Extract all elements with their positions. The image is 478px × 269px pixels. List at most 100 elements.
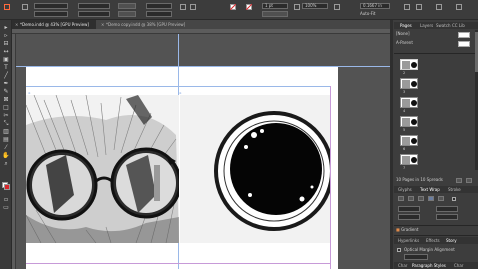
x-field[interactable] [34,3,68,9]
tab-layers[interactable]: Layers [420,23,433,29]
tab-cc-libraries[interactable]: CC Lib [452,23,465,29]
zoom-value: 100% [305,3,317,8]
fitting-icon-2[interactable] [416,4,422,10]
delete-page-icon[interactable] [466,178,472,183]
new-page-icon[interactable] [456,178,462,183]
tab-demo-copy[interactable]: × *Demo copy.indd @ 38% [GPU Preview] [98,20,198,29]
rotation-field[interactable] [146,3,172,9]
fitting-icon[interactable] [404,4,410,10]
wrap-offset-right[interactable] [436,214,458,220]
app-icon [4,4,10,10]
wrap-object-shape-icon[interactable] [418,196,424,201]
tab-paragraph-styles[interactable]: Paragraph Styles [412,263,446,269]
tab-stroke[interactable]: Stroke [448,187,461,193]
eyedropper-tool-icon[interactable]: ⁄ [2,144,10,151]
gradient-panel-header[interactable]: ■ Gradient [396,227,418,233]
pencil-tool-icon[interactable]: ✎ [2,88,10,95]
align-icon[interactable] [436,4,442,10]
fill-swatch-icon[interactable] [230,4,236,10]
measure-value: 0.1667 in [363,3,382,8]
tab-story[interactable]: Story [446,238,457,244]
rectangle-tool-icon[interactable]: □ [2,104,10,111]
content-collector-icon[interactable]: ▣ [2,56,10,63]
jump-next-column-icon[interactable] [438,196,444,201]
margin-guide-bottom[interactable] [26,263,330,264]
page-tool-icon[interactable]: ⊟ [2,40,10,47]
type-tool-icon[interactable]: T [2,64,10,71]
zoom-tool-icon[interactable]: ⌕ [2,160,10,167]
reference-point-icon[interactable] [22,4,28,10]
free-transform-tool-icon[interactable]: ⤡ [2,120,10,127]
tab-text-wrap[interactable]: Text Wrap [420,187,440,193]
wrap-offset-left[interactable] [436,206,458,212]
page-thumbnail[interactable] [400,97,418,108]
shear-field[interactable] [146,11,172,17]
page-thumbnail[interactable] [400,135,418,146]
screen-mode-icon[interactable]: ▭ [2,204,10,211]
master-none[interactable]: [None] [396,31,410,37]
tab-pages[interactable]: Pages [400,23,412,29]
flip-icon[interactable] [180,4,186,10]
optical-margin-checkbox[interactable] [397,248,401,252]
wrap-offset-top[interactable] [398,206,420,212]
document-tabs: × *Demo.indd @ 43% [GPU Preview] × *Demo c… [12,20,390,29]
guide-top[interactable] [16,66,390,67]
scale-x-field[interactable] [118,3,136,9]
margin-guide-right[interactable] [330,86,331,269]
page-thumbnail[interactable] [400,78,418,89]
tab-glyphs[interactable]: Glyphs [398,187,412,193]
stroke-swatch-icon[interactable] [246,4,252,10]
page-number: 4 [403,109,406,113]
y-field[interactable] [34,11,68,17]
tab-swatches[interactable]: Swatch [436,23,451,29]
panel-collapse-strip[interactable] [390,20,393,269]
cat-sunglasses-image[interactable] [26,95,179,243]
line-tool-icon[interactable]: ╱ [2,72,10,79]
gap-tool-icon[interactable]: ↔ [2,48,10,55]
corner-size-field[interactable]: 0.1667 in [360,3,390,9]
note-tool-icon[interactable]: ▤ [2,136,10,143]
tab-char-2[interactable]: Char [454,263,463,269]
formatting-affects-container-icon[interactable]: ▫ [2,196,10,203]
direct-selection-tool-icon[interactable]: ▹ [2,32,10,39]
gradient-tool-icon[interactable]: ▥ [2,128,10,135]
stroke-weight-field[interactable]: 1 pt [262,3,288,9]
page-thumbnail[interactable] [400,154,418,165]
hand-tool-icon[interactable]: ✋ [2,152,10,159]
text-wrap-icon[interactable] [334,4,340,10]
select-container-icon[interactable] [190,4,196,10]
coffee-cup-image[interactable] [180,95,330,243]
optical-size-field[interactable] [404,254,428,260]
menu-icon[interactable] [456,4,462,10]
page-thumbnail[interactable] [400,59,418,70]
story-panel-tabbar: Hyperlinks Effects Story [394,237,478,244]
effects-icon[interactable] [294,4,300,10]
tab-hyperlinks[interactable]: Hyperlinks [398,238,419,244]
stroke-type-select[interactable] [262,11,288,17]
tab-char[interactable]: Char [398,263,407,269]
page-number: 2 [403,71,406,75]
no-wrap-icon[interactable] [398,196,404,201]
jump-object-icon[interactable] [428,196,434,201]
wrap-bounding-box-icon[interactable] [408,196,414,201]
tab-effects[interactable]: Effects [426,238,440,244]
scissors-tool-icon[interactable]: ✂ [2,112,10,119]
page-thumbnail[interactable] [400,116,418,127]
fill-stroke-swatch-icon[interactable] [2,182,10,190]
pen-tool-icon[interactable]: ✒ [2,80,10,87]
tab-demo[interactable]: × *Demo.indd @ 43% [GPU Preview] [12,20,96,29]
w-field[interactable] [78,3,110,9]
divider [394,235,478,236]
master-a-parent[interactable]: A-Parent [396,40,413,46]
scale-y-field[interactable] [118,11,136,17]
h-field[interactable] [78,11,110,17]
rectangle-frame-tool-icon[interactable]: ⊠ [2,96,10,103]
master-none-thumb[interactable] [458,32,470,38]
selection-tool-icon[interactable]: ▸ [2,24,10,31]
auto-fit-label[interactable]: Auto-Fit [360,11,376,17]
control-bar: 1 pt 100% 0.1667 in Auto-Fit [0,0,478,20]
opacity-field[interactable]: 100% [302,3,328,9]
invert-checkbox[interactable] [452,197,456,201]
master-a-thumb[interactable] [458,41,470,47]
wrap-offset-bottom[interactable] [398,214,420,220]
